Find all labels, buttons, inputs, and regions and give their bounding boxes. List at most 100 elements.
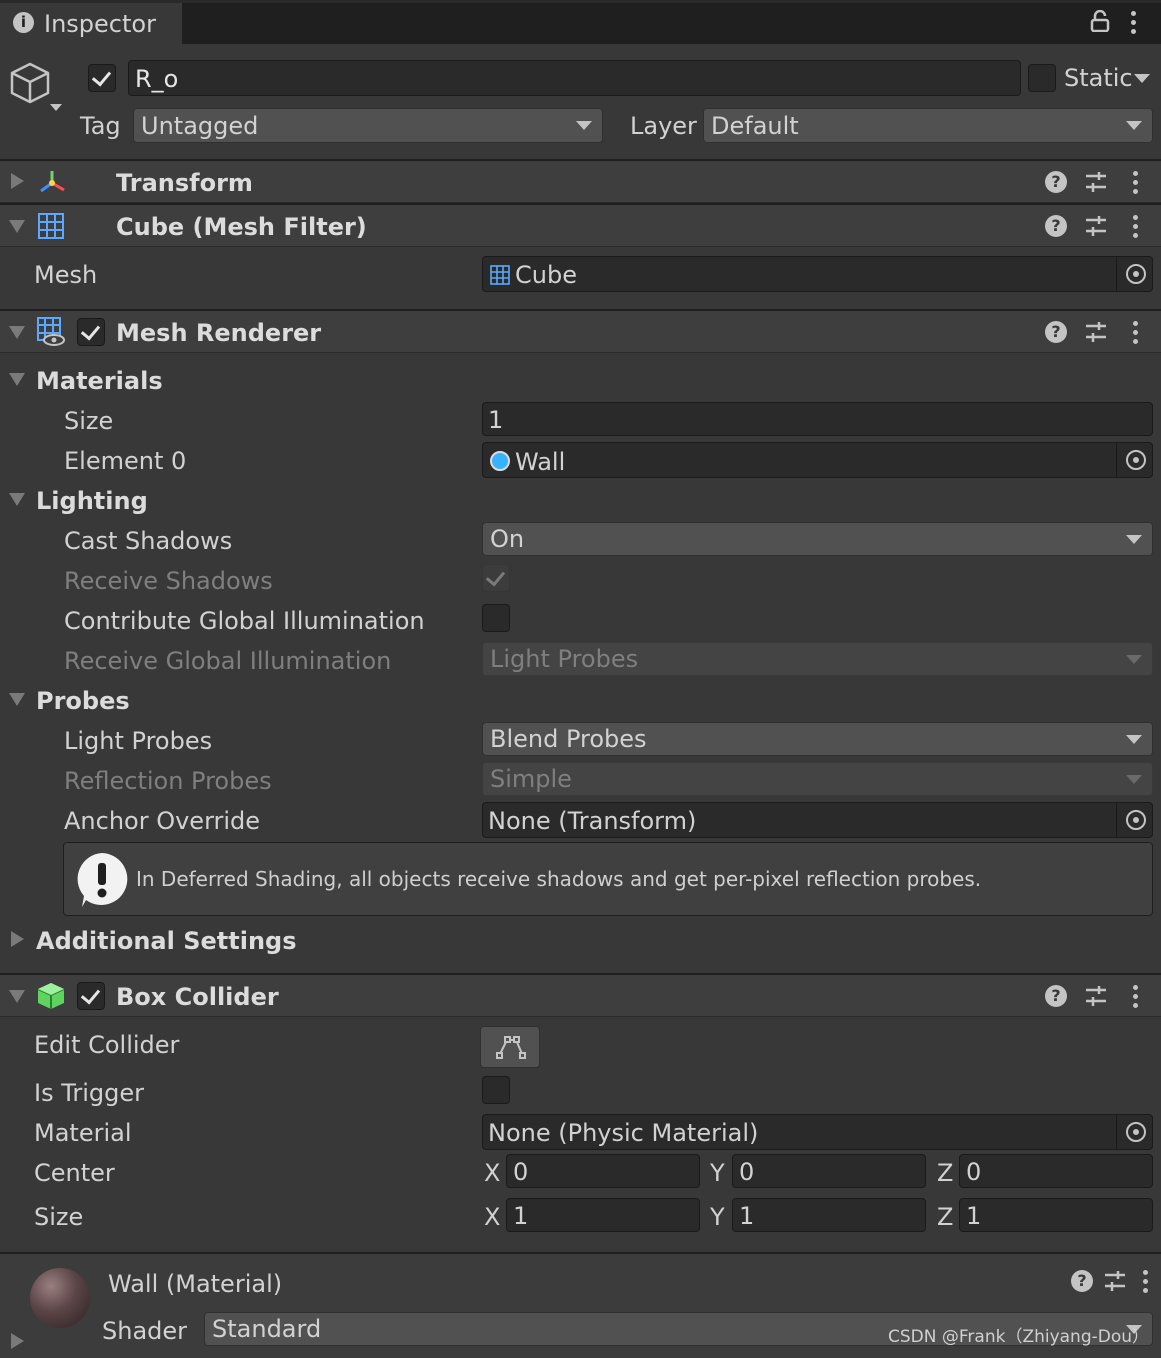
lock-icon[interactable] [1090, 9, 1110, 33]
name-value: R_o [135, 65, 179, 93]
anchor-override-label: Anchor Override [64, 807, 261, 835]
size-y-field[interactable]: 1 [732, 1198, 926, 1232]
foldout-collapsed-icon[interactable] [11, 931, 24, 947]
mesh-filter-header[interactable]: Cube (Mesh Filter) ? [0, 203, 1161, 247]
box-collider-title: Box Collider [116, 983, 279, 1011]
additional-settings-foldout[interactable]: Additional Settings [36, 929, 297, 953]
probes-foldout[interactable]: Probes [36, 689, 130, 713]
materials-size-value: 1 [488, 406, 504, 434]
foldout-expanded-icon[interactable] [9, 693, 25, 706]
reflection-probes-value: Simple [490, 765, 572, 793]
center-x-field[interactable]: 0 [506, 1154, 700, 1188]
preset-icon[interactable] [1104, 1270, 1126, 1292]
foldout-expanded-icon[interactable] [9, 373, 25, 386]
foldout-expanded-icon[interactable] [9, 326, 25, 339]
static-checkbox[interactable] [1028, 64, 1056, 92]
foldout-collapsed-icon[interactable] [11, 173, 24, 189]
preset-icon[interactable] [1085, 171, 1107, 193]
collider-material-field[interactable]: None (Physic Material) [482, 1114, 1153, 1150]
foldout-expanded-icon[interactable] [9, 220, 25, 233]
layer-label: Layer [630, 112, 697, 140]
tab-menu-icon[interactable] [1131, 11, 1137, 35]
light-probes-value: Blend Probes [490, 725, 647, 753]
object-picker-button[interactable] [1116, 443, 1152, 477]
light-probes-label: Light Probes [64, 727, 213, 755]
component-menu-icon[interactable] [1143, 1270, 1149, 1294]
center-z-field[interactable]: 0 [959, 1154, 1153, 1188]
object-picker-button[interactable] [1116, 257, 1152, 291]
mesh-object-field[interactable]: Cube [482, 256, 1153, 292]
lighting-foldout[interactable]: Lighting [36, 489, 148, 513]
chevron-down-icon [1126, 121, 1142, 130]
help-icon[interactable]: ? [1071, 1270, 1093, 1292]
component-menu-icon[interactable] [1133, 985, 1139, 1009]
size-z-value: 1 [966, 1202, 982, 1230]
component-menu-icon[interactable] [1133, 215, 1139, 239]
transform-icon [38, 169, 66, 195]
contribute-gi-checkbox[interactable] [482, 604, 510, 632]
transform-title: Transform [116, 169, 253, 197]
size-x-label[interactable]: X [484, 1205, 500, 1229]
size-x-field[interactable]: 1 [506, 1198, 700, 1232]
help-icon[interactable]: ? [1045, 985, 1067, 1007]
materials-size-field[interactable]: 1 [482, 402, 1153, 436]
foldout-expanded-icon[interactable] [9, 990, 25, 1003]
materials-size-label: Size [64, 407, 114, 435]
tag-label: Tag [80, 112, 121, 140]
help-icon[interactable]: ? [1045, 171, 1067, 193]
is-trigger-checkbox[interactable] [482, 1076, 510, 1104]
receive-gi-label: Receive Global Illumination [64, 647, 392, 675]
foldout-expanded-icon[interactable] [9, 493, 25, 506]
element0-value: Wall [515, 448, 566, 476]
size-z-field[interactable]: 1 [959, 1198, 1153, 1232]
object-picker-icon [1126, 1122, 1146, 1142]
preset-icon[interactable] [1085, 985, 1107, 1007]
gameobject-icon[interactable] [10, 62, 66, 114]
center-x-value: 0 [513, 1158, 529, 1186]
center-y-label[interactable]: Y [710, 1161, 725, 1185]
object-picker-button[interactable] [1116, 1115, 1152, 1149]
shader-label: Shader [102, 1317, 188, 1345]
materials-foldout[interactable]: Materials [36, 369, 163, 393]
help-icon[interactable]: ? [1045, 215, 1067, 237]
warning-icon [74, 851, 130, 909]
static-dropdown[interactable]: Static [1064, 64, 1156, 92]
size-z-label[interactable]: Z [937, 1205, 953, 1229]
receive-gi-dropdown: Light Probes [482, 642, 1153, 676]
transform-header[interactable]: Transform ? [0, 159, 1161, 203]
component-menu-icon[interactable] [1133, 321, 1139, 345]
element0-object-field[interactable]: Wall [482, 442, 1153, 478]
collider-material-label: Material [34, 1119, 132, 1147]
preset-icon[interactable] [1085, 215, 1107, 237]
name-field[interactable]: R_o [128, 60, 1021, 96]
object-picker-button[interactable] [1116, 803, 1152, 837]
active-checkbox[interactable] [88, 64, 116, 92]
size-y-label[interactable]: Y [710, 1205, 725, 1229]
center-z-label[interactable]: Z [937, 1161, 953, 1185]
receive-shadows-label: Receive Shadows [64, 567, 273, 595]
center-x-label[interactable]: X [484, 1161, 500, 1185]
layer-dropdown[interactable]: Default [703, 108, 1153, 143]
material-preview-sphere[interactable] [30, 1268, 90, 1328]
mesh-filter-title: Cube (Mesh Filter) [116, 213, 367, 241]
light-probes-dropdown[interactable]: Blend Probes [482, 722, 1153, 756]
tab-inspector[interactable]: i Inspector [0, 3, 182, 44]
cast-shadows-dropdown[interactable]: On [482, 522, 1153, 556]
help-icon[interactable]: ? [1045, 321, 1067, 343]
foldout-collapsed-icon[interactable] [11, 1333, 24, 1349]
component-menu-icon[interactable] [1133, 171, 1139, 195]
mesh-renderer-enabled-checkbox[interactable] [77, 318, 105, 346]
box-collider-enabled-checkbox[interactable] [77, 982, 105, 1010]
center-y-field[interactable]: 0 [732, 1154, 926, 1188]
cast-shadows-value: On [490, 525, 525, 553]
mesh-renderer-header[interactable]: Mesh Renderer ? [0, 309, 1161, 353]
tag-dropdown[interactable]: Untagged [133, 108, 603, 143]
collider-material-value: None (Physic Material) [488, 1119, 759, 1147]
object-picker-icon [1126, 264, 1146, 284]
box-collider-header[interactable]: Box Collider ? [0, 973, 1161, 1017]
reflection-probes-label: Reflection Probes [64, 767, 272, 795]
anchor-override-field[interactable]: None (Transform) [482, 802, 1153, 838]
edit-collider-button[interactable] [480, 1026, 540, 1068]
mesh-value: Cube [515, 261, 577, 289]
preset-icon[interactable] [1085, 321, 1107, 343]
